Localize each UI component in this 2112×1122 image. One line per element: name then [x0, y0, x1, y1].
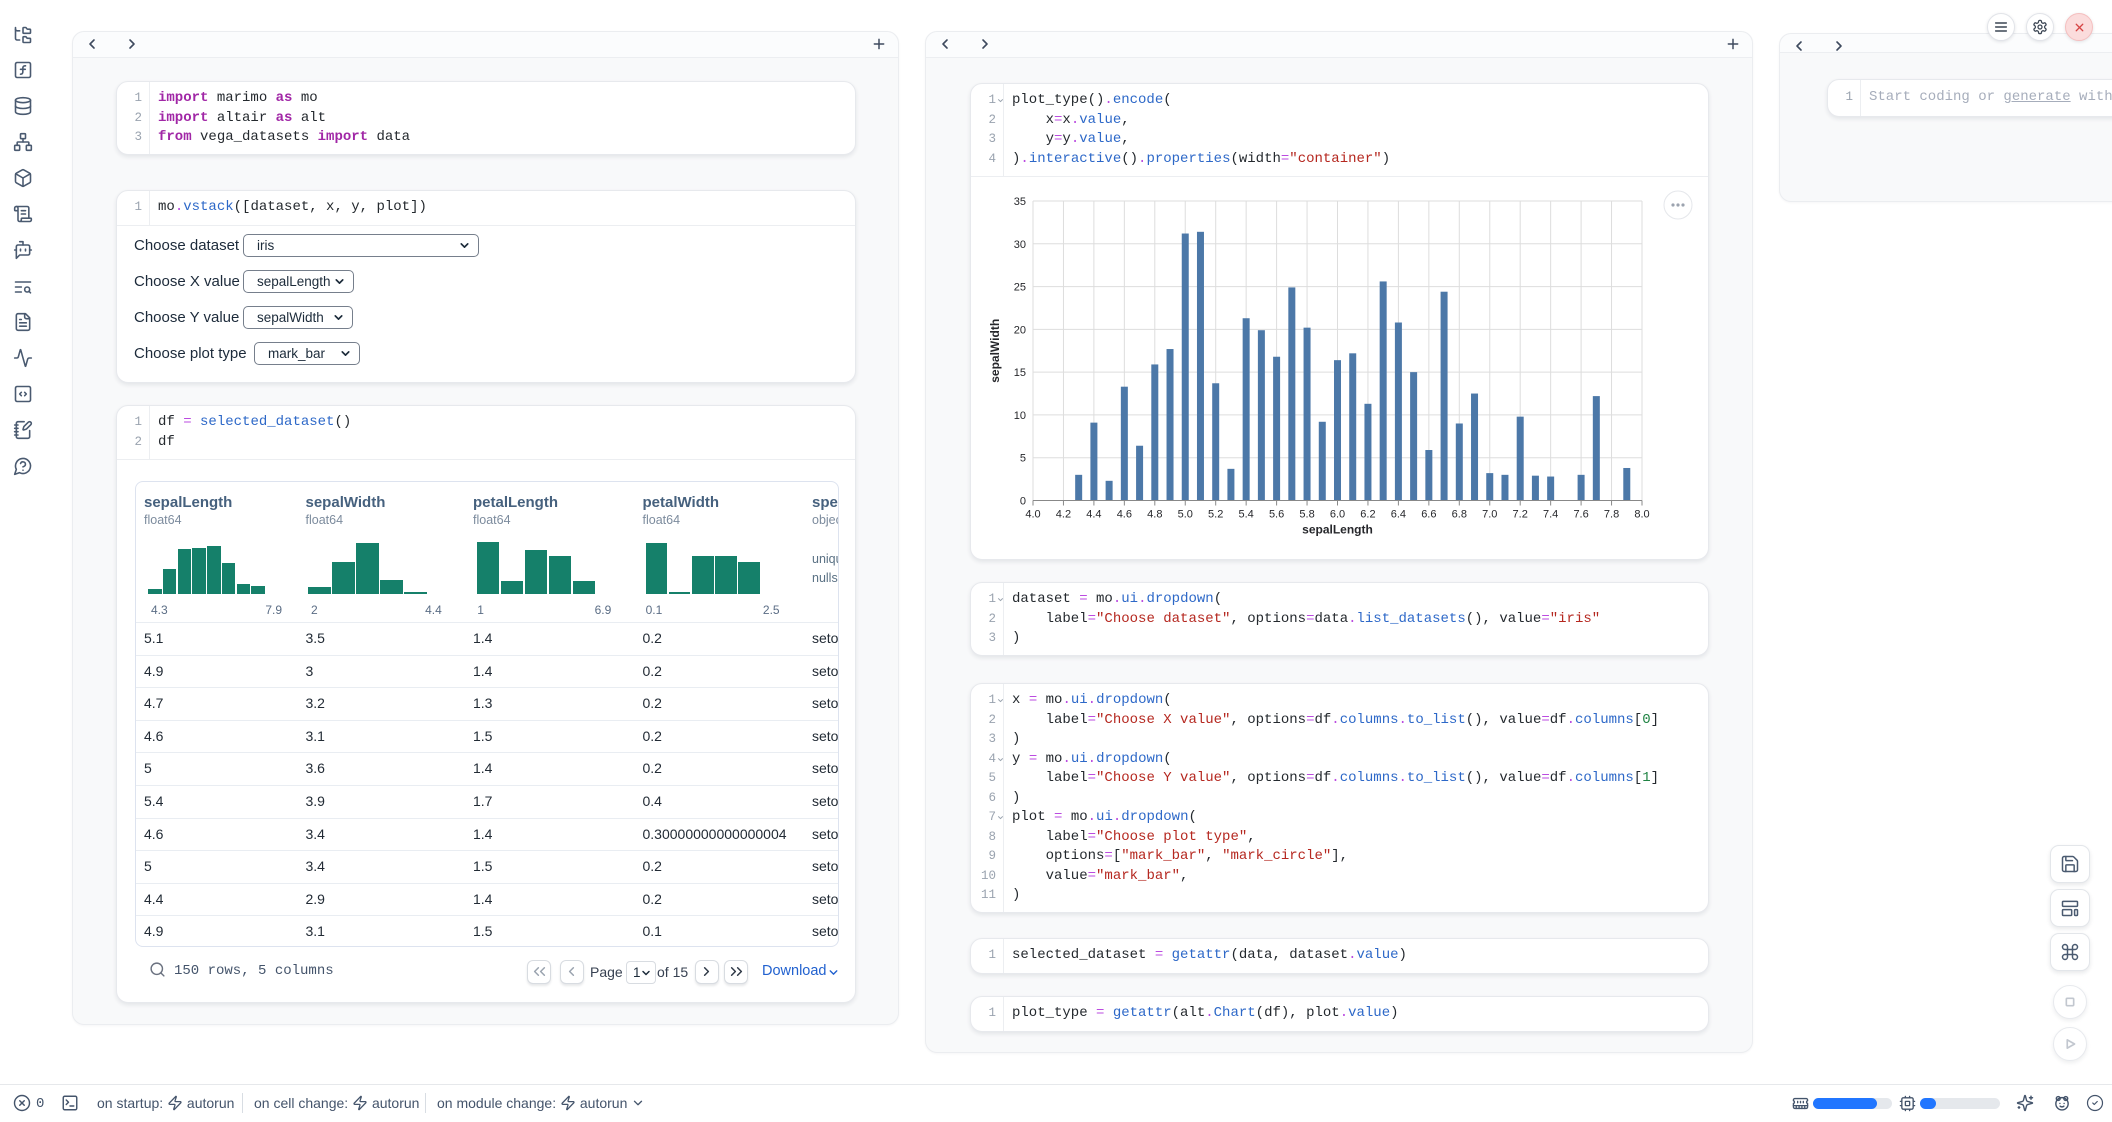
svg-text:7.4: 7.4	[1543, 509, 1558, 521]
svg-text:30: 30	[1014, 239, 1026, 251]
svg-text:6.2: 6.2	[1360, 509, 1375, 521]
svg-text:5.6: 5.6	[1269, 509, 1284, 521]
svg-text:6.6: 6.6	[1421, 509, 1436, 521]
svg-text:7.0: 7.0	[1482, 509, 1497, 521]
svg-text:4.2: 4.2	[1056, 509, 1071, 521]
svg-text:7.2: 7.2	[1513, 509, 1528, 521]
svg-text:4.8: 4.8	[1147, 509, 1162, 521]
svg-text:5.2: 5.2	[1208, 509, 1223, 521]
svg-text:7.6: 7.6	[1573, 509, 1588, 521]
svg-text:5.8: 5.8	[1299, 509, 1314, 521]
svg-text:5.4: 5.4	[1239, 509, 1254, 521]
svg-text:35: 35	[1014, 196, 1026, 208]
svg-text:7.8: 7.8	[1604, 509, 1619, 521]
svg-text:15: 15	[1014, 367, 1026, 379]
svg-text:sepalLength: sepalLength	[1302, 523, 1373, 537]
svg-text:6.4: 6.4	[1391, 509, 1406, 521]
svg-text:10: 10	[1014, 410, 1026, 422]
svg-text:5.0: 5.0	[1178, 509, 1193, 521]
svg-text:0: 0	[1020, 496, 1026, 508]
svg-text:4.4: 4.4	[1086, 509, 1101, 521]
svg-text:20: 20	[1014, 324, 1026, 336]
svg-text:6.8: 6.8	[1452, 509, 1467, 521]
svg-text:4.0: 4.0	[1025, 509, 1040, 521]
svg-text:25: 25	[1014, 282, 1026, 294]
svg-text:4.6: 4.6	[1117, 509, 1132, 521]
svg-text:6.0: 6.0	[1330, 509, 1345, 521]
svg-text:8.0: 8.0	[1634, 509, 1649, 521]
svg-text:sepalWidth: sepalWidth	[988, 319, 1002, 383]
svg-text:5: 5	[1020, 453, 1026, 465]
